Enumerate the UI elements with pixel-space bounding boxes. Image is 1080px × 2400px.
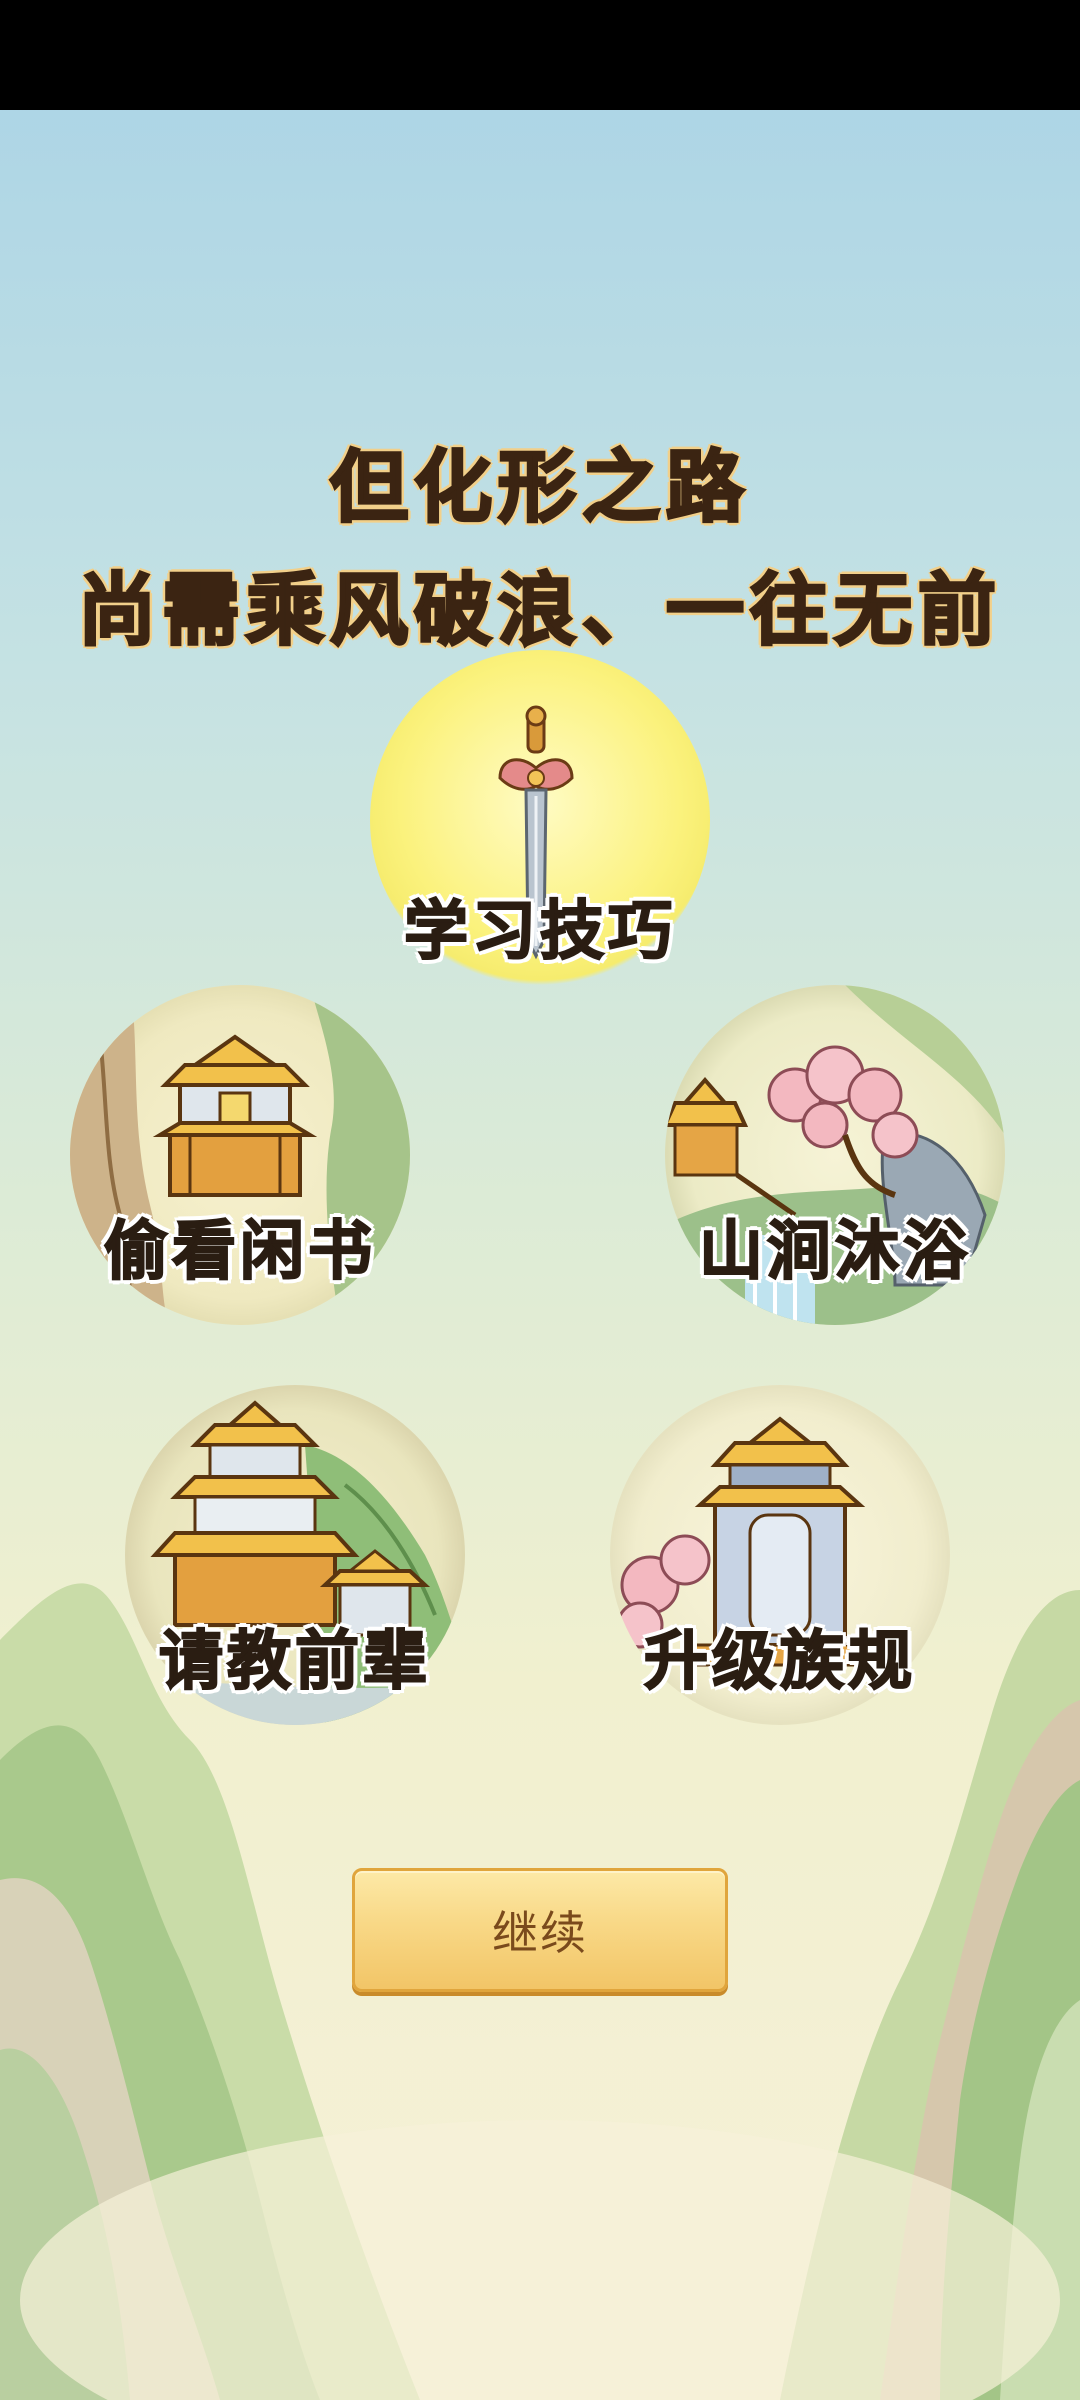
option-read-books[interactable]: 偷看闲书 (70, 985, 410, 1325)
option-ask-elders-label: 请教前辈 (158, 1623, 431, 1700)
option-learn-skill-label: 学习技巧 (403, 893, 676, 970)
title-line-1: 但化形之路 (328, 441, 750, 535)
title-line-2: 尚需乘风破浪、一往无前 (76, 564, 1002, 658)
option-stream-bath[interactable]: 山涧沐浴 (665, 985, 1005, 1325)
option-upgrade-rules-label: 升级族规 (643, 1623, 916, 1700)
option-read-books-label: 偷看闲书 (103, 1213, 376, 1290)
continue-button[interactable]: 继续 (352, 1868, 728, 1992)
option-stream-bath-label: 山涧沐浴 (698, 1213, 971, 1290)
option-learn-skill[interactable]: 学习技巧 (370, 650, 710, 990)
game-screen: 但化形之路 尚需乘风破浪、一往无前 学习技巧 偷看闲书 山涧沐浴 请教前辈 升级… (0, 0, 1080, 2400)
status-bar (0, 0, 1080, 110)
option-ask-elders[interactable]: 请教前辈 (125, 1385, 465, 1725)
option-upgrade-rules[interactable]: 升级族规 (610, 1385, 950, 1725)
